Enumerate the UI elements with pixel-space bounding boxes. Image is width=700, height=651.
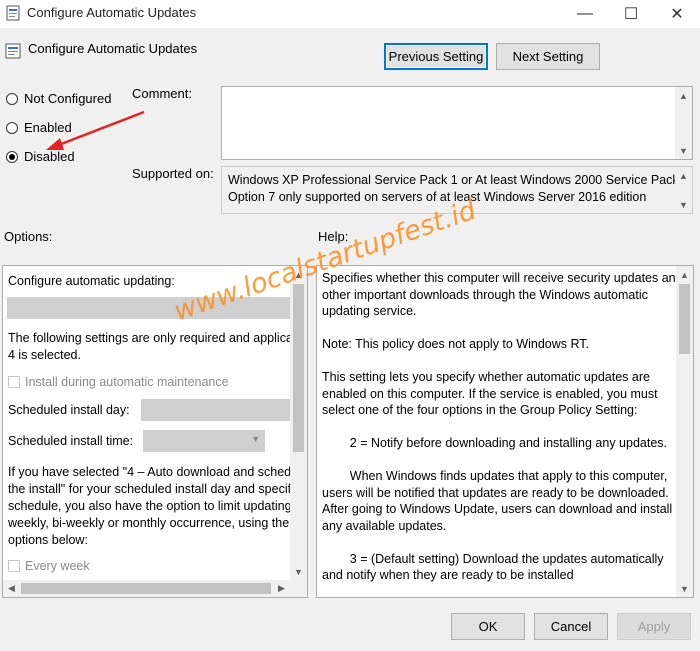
scroll-up-icon[interactable]: ▲ <box>675 87 692 104</box>
help-line: This setting lets you specify whether au… <box>322 370 650 384</box>
minimize-icon: — <box>577 5 593 22</box>
maintenance-checkbox[interactable] <box>8 376 20 389</box>
help-line: users will be notified that updates are … <box>322 485 669 500</box>
radio-circle-checked[interactable] <box>6 150 18 163</box>
every-week-checkbox[interactable] <box>8 560 20 573</box>
help-line: other important downloads through the Wi… <box>322 287 648 302</box>
para-line-5: options below: <box>8 533 88 547</box>
maximize-button[interactable]: ☐ <box>608 0 654 28</box>
help-line: enabled on this computer. If the service… <box>322 386 658 401</box>
help-line: any available updates. <box>322 518 447 533</box>
supported-scrollbar[interactable]: ▲ ▼ <box>675 167 692 213</box>
help-line: 2 = Notify before downloading and instal… <box>322 436 668 450</box>
help-line: Specifies whether this computer will rec… <box>322 271 683 285</box>
radio-label: Not Configured <box>24 91 112 106</box>
supported-line-1: Windows XP Professional Service Pack 1 o… <box>228 173 690 187</box>
annotation-arrow-icon <box>46 110 145 150</box>
help-line: and notify when they are ready to be ins… <box>322 568 574 582</box>
previous-setting-button[interactable]: Previous Setting <box>384 43 488 70</box>
setting-icon <box>5 43 21 59</box>
close-icon: ✕ <box>670 6 684 23</box>
next-setting-button[interactable]: Next Setting <box>496 43 600 70</box>
install-day-label: Scheduled install day: <box>8 403 130 417</box>
help-line: After going to Windows Update, users can… <box>322 502 673 516</box>
scroll-up-icon[interactable]: ▲ <box>676 266 693 283</box>
minimize-button[interactable]: — <box>562 0 608 28</box>
scroll-down-icon[interactable]: ▼ <box>675 196 692 213</box>
help-line <box>322 320 674 337</box>
options-panel: Configure automatic updating: The follow… <box>2 265 308 598</box>
maintenance-checkbox-row[interactable]: Install during automatic maintenance <box>8 374 229 391</box>
note-line-1: The following settings are only required… <box>8 331 296 345</box>
comment-textarea[interactable]: ▲ ▼ <box>221 86 693 160</box>
cancel-button[interactable]: Cancel <box>534 613 608 640</box>
help-line: Note: This policy does not apply to Wind… <box>322 337 590 351</box>
hscroll-thumb[interactable] <box>21 583 271 594</box>
scroll-thumb[interactable] <box>293 284 304 452</box>
comment-label: Comment: <box>132 86 192 101</box>
install-time-label: Scheduled install time: <box>8 434 134 448</box>
note-line-2: 4 is selected. <box>8 348 81 362</box>
close-button[interactable]: ✕ <box>654 0 700 28</box>
help-line: select one of the four options in the Gr… <box>322 403 638 417</box>
setting-title: Configure Automatic Updates <box>28 41 198 56</box>
scroll-down-icon[interactable]: ▼ <box>290 563 307 580</box>
title-bar: Configure Automatic Updates — ☐ ✕ <box>0 0 700 28</box>
maximize-icon: ☐ <box>623 6 639 23</box>
help-line: 3 = (Default setting) Download the updat… <box>322 551 664 566</box>
help-line: updating service. <box>322 304 417 318</box>
window-title: Configure Automatic Updates <box>27 5 197 20</box>
radio-not-configured[interactable]: Not Configured <box>6 91 111 106</box>
apply-button[interactable]: Apply <box>617 613 691 640</box>
help-line <box>322 534 674 551</box>
radio-circle[interactable] <box>6 92 18 105</box>
help-panel: Specifies whether this computer will rec… <box>316 265 694 598</box>
supported-line-2: Option 7 only supported on servers of at… <box>228 190 647 204</box>
every-week-label: Every week <box>25 559 90 573</box>
configure-updating-label: Configure automatic updating: <box>8 274 175 288</box>
help-line: When Windows finds updates that apply to… <box>322 469 668 483</box>
maintenance-label: Install during automatic maintenance <box>25 375 229 389</box>
supported-on-label: Supported on: <box>132 166 214 181</box>
scroll-left-icon[interactable]: ◀ <box>3 580 20 597</box>
scroll-right-icon[interactable]: ▶ <box>273 580 290 597</box>
para-line-4: weekly, bi-weekly or monthly occurrence,… <box>8 516 290 530</box>
chevron-down-icon: ▼ <box>251 434 260 444</box>
para-line-3: schedule, you also have the option to li… <box>8 499 292 513</box>
help-line <box>322 452 674 469</box>
install-time-dropdown[interactable]: ▼ <box>143 430 265 452</box>
install-day-dropdown[interactable] <box>141 399 291 421</box>
scroll-down-icon[interactable]: ▼ <box>676 580 693 597</box>
help-vscrollbar[interactable]: ▲ ▼ <box>676 266 693 597</box>
comment-scrollbar[interactable]: ▲ ▼ <box>675 87 692 159</box>
radio-circle[interactable] <box>6 121 18 134</box>
scroll-thumb[interactable] <box>679 284 690 354</box>
every-week-checkbox-row[interactable]: Every week <box>8 558 90 575</box>
policy-icon <box>6 5 20 21</box>
options-vscrollbar[interactable]: ▲ ▼ <box>290 266 307 580</box>
scroll-up-icon[interactable]: ▲ <box>675 167 692 184</box>
para-line-2: the install" for your scheduled install … <box>8 482 294 496</box>
para-line-1: If you have selected "4 – Auto download … <box>8 465 292 479</box>
help-line <box>322 419 674 436</box>
help-line <box>322 353 674 370</box>
ok-button[interactable]: OK <box>451 613 525 640</box>
scroll-down-icon[interactable]: ▼ <box>675 142 692 159</box>
options-hscrollbar[interactable]: ◀ ▶ <box>3 580 307 597</box>
help-text: Specifies whether this computer will rec… <box>322 270 683 584</box>
options-label: Options: <box>4 229 53 244</box>
